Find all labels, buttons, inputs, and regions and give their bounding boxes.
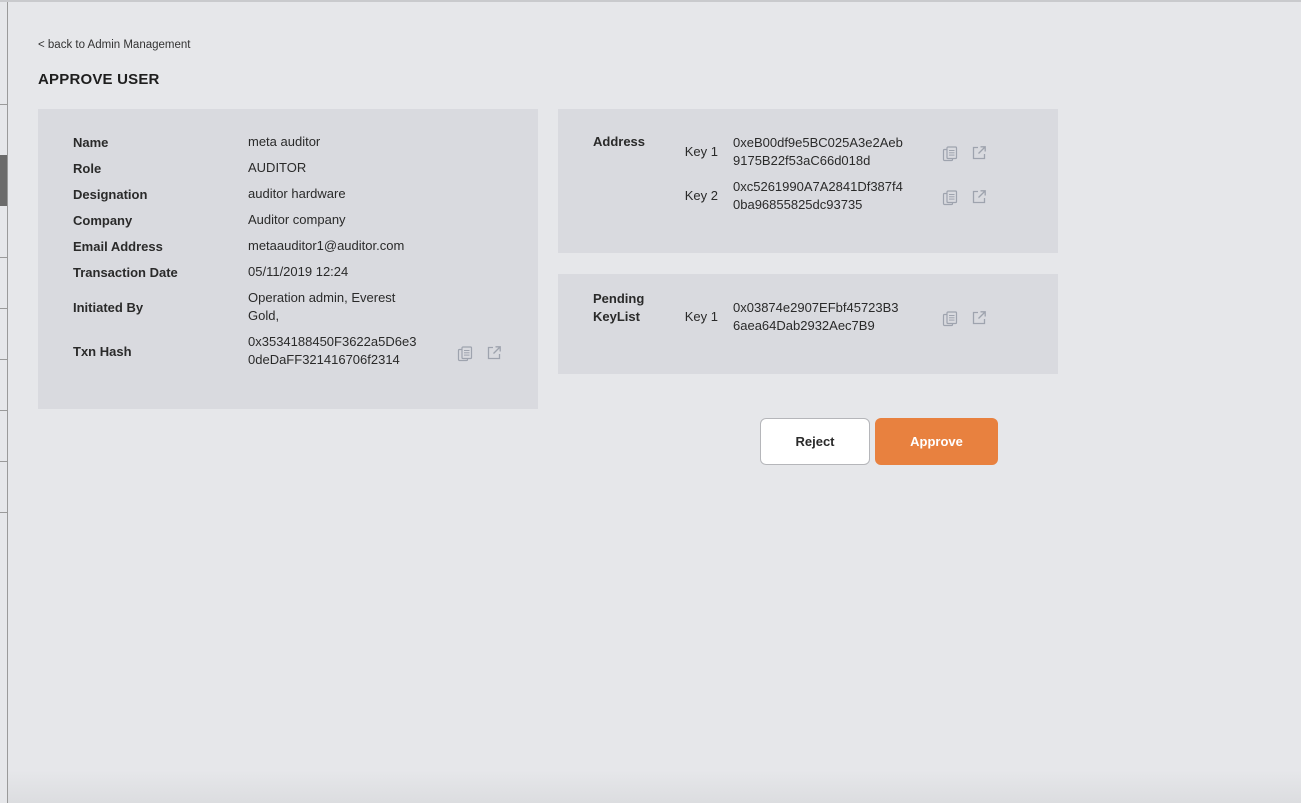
pending-keylist-card: Pending KeyList Key 1 0x03874e2907EFbf45…: [558, 274, 1058, 374]
external-link-icon[interactable]: [971, 310, 987, 326]
transaction-date-label: Transaction Date: [73, 265, 178, 280]
left-sidebar: [0, 2, 8, 803]
external-link-icon[interactable]: [486, 345, 502, 361]
pending-key-label: Key 1: [684, 309, 718, 324]
footer-band: [8, 770, 1301, 803]
page-title: APPROVE USER: [38, 71, 160, 88]
address-key-label: Key 2: [684, 188, 718, 203]
initiated-by-value: Operation admin, Everest Gold,: [248, 290, 396, 323]
reject-button[interactable]: Reject: [760, 418, 870, 465]
sidebar-divider: [0, 104, 7, 105]
name-label: Name: [73, 135, 109, 150]
address-card: Address Key 1 0xeB00df9e5BC025A3e2Aeb917…: [558, 109, 1058, 253]
transaction-date-value: 05/11/2019 12:24: [248, 264, 349, 279]
copy-icon[interactable]: [457, 346, 473, 362]
copy-icon[interactable]: [942, 190, 958, 206]
external-link-icon[interactable]: [971, 189, 987, 205]
back-link[interactable]: < back to Admin Management: [38, 39, 190, 51]
designation-value: auditor hardware: [248, 186, 346, 201]
sidebar-divider: [0, 461, 7, 462]
address-label: Address: [593, 134, 646, 149]
designation-label: Designation: [73, 187, 148, 202]
sidebar-divider: [0, 308, 7, 309]
external-link-icon[interactable]: [971, 145, 987, 161]
copy-icon[interactable]: [942, 311, 958, 327]
role-label: Role: [73, 161, 102, 176]
approve-button[interactable]: Approve: [875, 418, 998, 465]
address-key-value: 0xc5261990A7A2841Df387f40ba96855825dc937…: [733, 179, 903, 212]
sidebar-divider: [0, 257, 7, 258]
pending-keylist-label: Pending KeyList: [593, 291, 645, 324]
company-label: Company: [73, 213, 133, 228]
sidebar-divider: [0, 512, 7, 513]
sidebar-divider: [0, 410, 7, 411]
sidebar-active-indicator[interactable]: [0, 155, 7, 206]
pending-key-value: 0x03874e2907EFbf45723B36aea64Dab2932Aec7…: [733, 300, 899, 333]
email-value: metaauditor1@auditor.com: [248, 238, 405, 253]
email-label: Email Address: [73, 239, 163, 254]
top-border: [0, 0, 1301, 2]
txn-hash-value: 0x3534188450F3622a5D6e30deDaFF321416706f…: [248, 334, 417, 367]
company-value: Auditor company: [248, 212, 346, 227]
copy-icon[interactable]: [942, 146, 958, 162]
user-details-card: Name meta auditor Role AUDITOR Designati…: [38, 109, 538, 409]
txn-hash-label: Txn Hash: [73, 344, 132, 359]
sidebar-divider: [0, 359, 7, 360]
role-value: AUDITOR: [248, 160, 307, 175]
address-key-value: 0xeB00df9e5BC025A3e2Aeb9175B22f53aC66d01…: [733, 135, 903, 168]
address-key-label: Key 1: [684, 144, 718, 159]
initiated-by-label: Initiated By: [73, 300, 144, 315]
name-value: meta auditor: [248, 134, 321, 149]
